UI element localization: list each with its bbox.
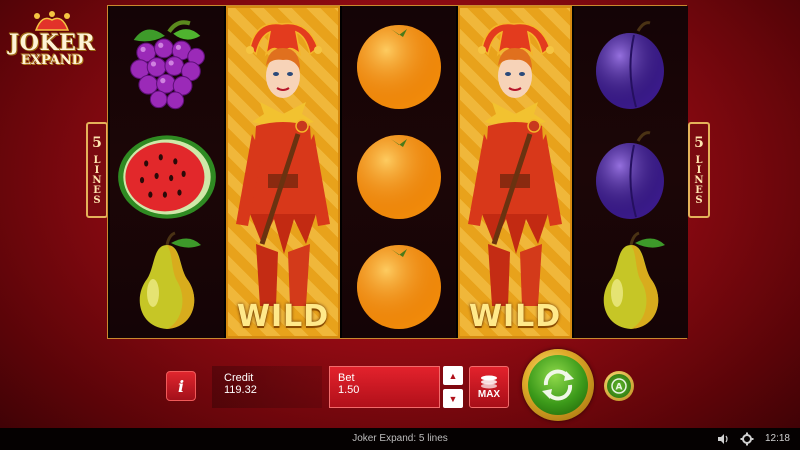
reel-1 bbox=[110, 6, 224, 338]
coins-icon bbox=[481, 375, 497, 388]
autoplay-letter: A bbox=[616, 383, 623, 393]
game-title: Joker Expand: 5 lines bbox=[352, 433, 448, 444]
lines-badge-right: 5 LINES bbox=[688, 122, 710, 218]
wild-label: WILD bbox=[236, 299, 330, 334]
orange-icon bbox=[342, 10, 456, 120]
bet-increase-button[interactable]: ▲ bbox=[443, 366, 463, 385]
reel-2: WILD bbox=[226, 6, 340, 338]
settings-gear-icon[interactable] bbox=[740, 432, 754, 446]
orange-icon bbox=[342, 120, 456, 230]
pear-icon bbox=[574, 228, 688, 338]
reels-area: WILD WILD bbox=[107, 5, 688, 339]
bet-value: 1.50 bbox=[338, 384, 360, 396]
autoplay-button[interactable]: A bbox=[604, 371, 634, 401]
watermelon-icon bbox=[110, 122, 224, 232]
status-bar: Joker Expand: 5 lines 12:18 bbox=[0, 428, 800, 450]
spin-button[interactable] bbox=[522, 349, 594, 421]
autoplay-icon: A bbox=[611, 378, 627, 394]
triangle-down-icon: ▼ bbox=[448, 393, 458, 404]
pear-icon bbox=[110, 228, 224, 338]
reel-4: WILD bbox=[458, 6, 572, 338]
lines-count: 5 bbox=[694, 135, 704, 151]
reel-3 bbox=[342, 6, 456, 338]
credit-label: Credit bbox=[224, 372, 254, 384]
triangle-up-icon: ▲ bbox=[448, 370, 458, 381]
lines-badge-left: 5 LINES bbox=[86, 122, 108, 218]
max-label: MAX bbox=[477, 388, 501, 400]
joker-icon bbox=[236, 22, 330, 306]
credit-value: 119.32 bbox=[224, 384, 257, 396]
plum-icon bbox=[574, 10, 688, 120]
bet-display[interactable]: Bet 1.50 bbox=[329, 366, 440, 408]
lines-word: LINES bbox=[91, 155, 103, 205]
plum-icon bbox=[574, 120, 688, 230]
spin-arrows-icon bbox=[542, 369, 574, 401]
credit-display: Credit 119.32 bbox=[212, 366, 322, 408]
info-button[interactable]: i bbox=[166, 371, 196, 401]
max-bet-button[interactable]: MAX bbox=[469, 366, 509, 408]
wild-label: WILD bbox=[468, 299, 562, 334]
jester-hat-icon bbox=[34, 11, 70, 31]
lines-count: 5 bbox=[92, 135, 102, 151]
reel-5 bbox=[574, 6, 688, 338]
clock: 12:18 bbox=[764, 433, 790, 444]
logo-subtitle: EXPAND bbox=[20, 53, 84, 68]
bet-label: Bet bbox=[338, 372, 355, 384]
bet-decrease-button[interactable]: ▼ bbox=[443, 389, 463, 408]
logo-title: JOKER bbox=[8, 30, 96, 56]
grapes-icon bbox=[110, 10, 224, 120]
orange-icon bbox=[342, 230, 456, 340]
volume-icon[interactable] bbox=[716, 432, 730, 446]
game-logo: JOKER EXPAND bbox=[6, 10, 98, 80]
lines-word: LINES bbox=[693, 155, 705, 205]
joker-icon bbox=[468, 22, 562, 306]
